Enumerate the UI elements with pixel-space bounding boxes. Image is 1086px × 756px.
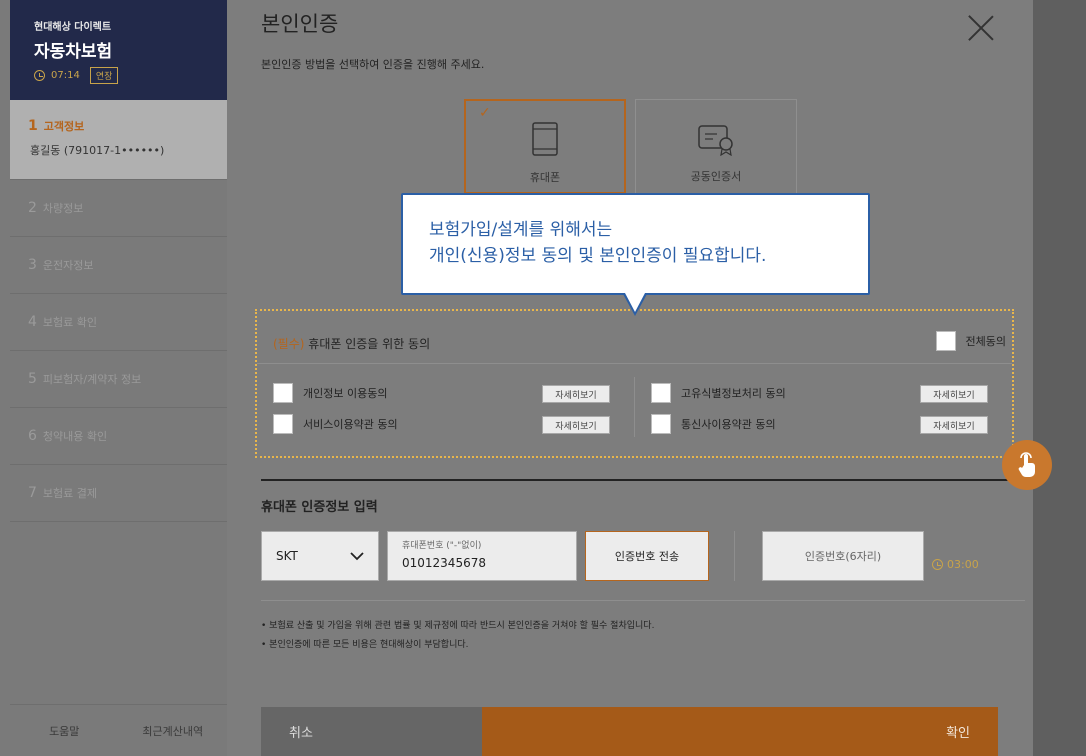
- consent-item-unique-id[interactable]: 고유식별정보처리 동의: [651, 383, 786, 403]
- verification-code-input[interactable]: 인증번호(6자리): [762, 531, 924, 581]
- customer-name: 홍길동 (791017-1••••••): [30, 144, 165, 157]
- notice-text: • 보험료 산출 및 가입을 위해 관련 법률 및 제규정에 따라 반드시 본인…: [261, 621, 655, 631]
- brand-header: 현대해상 다이렉트 자동차보험 07:14 연장: [10, 0, 227, 100]
- auth-modal: 본인인증 본인인증 방법을 선택하여 인증을 진행해 주세요. ✓ 휴대폰 공동…: [227, 0, 1033, 756]
- detail-button-privacy[interactable]: 자세히보기: [542, 385, 610, 403]
- step-label: 청약내용 확인: [42, 430, 108, 443]
- divider: [634, 377, 635, 437]
- divider: [734, 531, 735, 581]
- carrier-select[interactable]: SKT: [261, 531, 379, 581]
- divider: [261, 479, 1025, 481]
- step-label: 운전자정보: [42, 259, 94, 272]
- backdrop: [1033, 0, 1086, 756]
- auth-method-certificate[interactable]: 공동인증서: [635, 99, 797, 194]
- auth-method-mobile[interactable]: ✓ 휴대폰: [464, 99, 626, 194]
- divider: [257, 363, 1012, 364]
- tooltip-line-2: 개인(신용)정보 동의 및 본인인증이 필요합니다.: [429, 246, 767, 266]
- carrier-value: SKT: [276, 549, 298, 563]
- session-timer: 07:14 연장: [34, 67, 227, 84]
- confirm-button[interactable]: 확인: [482, 707, 998, 756]
- checkbox[interactable]: [273, 383, 293, 403]
- code-countdown: 03:00: [932, 558, 979, 571]
- consent-item-privacy[interactable]: 개인정보 이용동의: [273, 383, 387, 403]
- all-agree-checkbox[interactable]: 전체동의: [935, 331, 1006, 351]
- detail-button-unique-id[interactable]: 자세히보기: [920, 385, 988, 403]
- consent-box: (필수) 휴대폰 인증을 위한 동의 전체동의 개인정보 이용동의 자세히보기 …: [255, 309, 1014, 458]
- modal-title: 본인인증: [261, 12, 339, 36]
- sidebar-step-customer-info[interactable]: 1 고객정보 홍길동 (791017-1••••••): [10, 100, 227, 180]
- step-number: 1: [28, 118, 38, 134]
- sidebar-step-vehicle-info[interactable]: 2 차량정보: [10, 180, 227, 237]
- modal-description: 본인인증 방법을 선택하여 인증을 진행해 주세요.: [261, 58, 485, 71]
- step-number: 6: [28, 428, 37, 444]
- detail-button-carrier-terms[interactable]: 자세히보기: [920, 416, 988, 434]
- sidebar-footer: 도움말 최근계산내역: [10, 704, 227, 756]
- session-timer-value: 07:14: [51, 70, 80, 81]
- consent-item-label: 서비스이용약관 동의: [303, 418, 398, 431]
- required-tag: (필수): [273, 337, 305, 351]
- close-icon[interactable]: [967, 14, 995, 42]
- checkbox[interactable]: [273, 414, 293, 434]
- all-agree-label: 전체동의: [965, 335, 1006, 348]
- consent-heading: (필수) 휴대폰 인증을 위한 동의: [273, 335, 430, 352]
- consent-heading-text: 휴대폰 인증을 위한 동의: [308, 337, 431, 351]
- checkbox[interactable]: [651, 414, 671, 434]
- sidebar-step-premium-check[interactable]: 4 보험료 확인: [10, 294, 227, 351]
- hand-pointer-icon: [1018, 452, 1035, 477]
- recent-calculations-button[interactable]: 최근계산내역: [119, 705, 228, 756]
- step-number: 4: [28, 314, 37, 330]
- sidebar-step-driver-info[interactable]: 3 운전자정보: [10, 237, 227, 294]
- phone-number-value: 01012345678: [402, 556, 486, 570]
- step-number: 2: [28, 200, 37, 216]
- clock-icon: [932, 559, 943, 570]
- sidebar-step-insured-info[interactable]: 5 피보험자/계약자 정보: [10, 351, 227, 408]
- help-button[interactable]: 도움말: [10, 705, 119, 756]
- chevron-down-icon: [350, 551, 364, 560]
- consent-item-label: 통신사이용약관 동의: [681, 418, 776, 431]
- checkbox[interactable]: [935, 331, 956, 351]
- checkbox[interactable]: [651, 383, 671, 403]
- step-label: 차량정보: [42, 202, 84, 215]
- step-label: 보험료 결제: [42, 487, 98, 500]
- tooltip-line-1: 보험가입/설계를 위해서는: [429, 220, 613, 240]
- cancel-button[interactable]: 취소: [261, 707, 482, 756]
- step-number: 5: [28, 371, 37, 387]
- company-name: 현대해상 다이렉트: [34, 22, 112, 33]
- consent-item-label: 개인정보 이용동의: [303, 387, 388, 400]
- auth-method-label: 공동인증서: [690, 170, 742, 183]
- phone-section-title: 휴대폰 인증정보 입력: [261, 500, 378, 515]
- consent-item-label: 고유식별정보처리 동의: [681, 387, 786, 400]
- divider: [261, 600, 1025, 601]
- extend-session-button[interactable]: 연장: [89, 67, 119, 84]
- step-number: 3: [28, 257, 37, 273]
- guide-tooltip: 보험가입/설계를 위해서는 개인(신용)정보 동의 및 본인인증이 필요합니다.: [401, 193, 870, 295]
- notice-text: • 본인인증에 따른 모든 비용은 현대해상이 부담합니다.: [261, 640, 469, 650]
- consent-item-carrier-terms[interactable]: 통신사이용약관 동의: [651, 414, 776, 434]
- step-label: 보험료 확인: [42, 316, 98, 329]
- step-number: 7: [28, 485, 37, 501]
- sidebar-step-payment[interactable]: 7 보험료 결제: [10, 465, 227, 522]
- consent-item-service-terms[interactable]: 서비스이용약관 동의: [273, 414, 398, 434]
- step-label: 고객정보: [43, 120, 85, 133]
- certificate-icon: [698, 125, 733, 156]
- step-label: 피보험자/계약자 정보: [42, 373, 142, 386]
- auth-method-label: 휴대폰: [529, 171, 561, 184]
- sidebar: 현대해상 다이렉트 자동차보험 07:14 연장 1 고객정보 홍길동 (7910…: [0, 0, 227, 756]
- check-icon: ✓: [479, 105, 491, 121]
- mobile-phone-icon: [532, 122, 558, 156]
- tap-hint-icon: [1002, 440, 1052, 490]
- countdown-value: 03:00: [947, 558, 979, 571]
- product-name: 자동차보험: [34, 42, 113, 62]
- phone-number-input[interactable]: 휴대폰번호 ("-"없이) 01012345678: [387, 531, 577, 581]
- send-code-button[interactable]: 인증번호 전송: [585, 531, 709, 581]
- tooltip-pointer-fill: [625, 293, 645, 312]
- sidebar-step-application-review[interactable]: 6 청약내용 확인: [10, 408, 227, 465]
- detail-button-service-terms[interactable]: 자세히보기: [542, 416, 610, 434]
- phone-number-label: 휴대폰번호 ("-"없이): [402, 541, 482, 551]
- clock-icon: [34, 70, 45, 81]
